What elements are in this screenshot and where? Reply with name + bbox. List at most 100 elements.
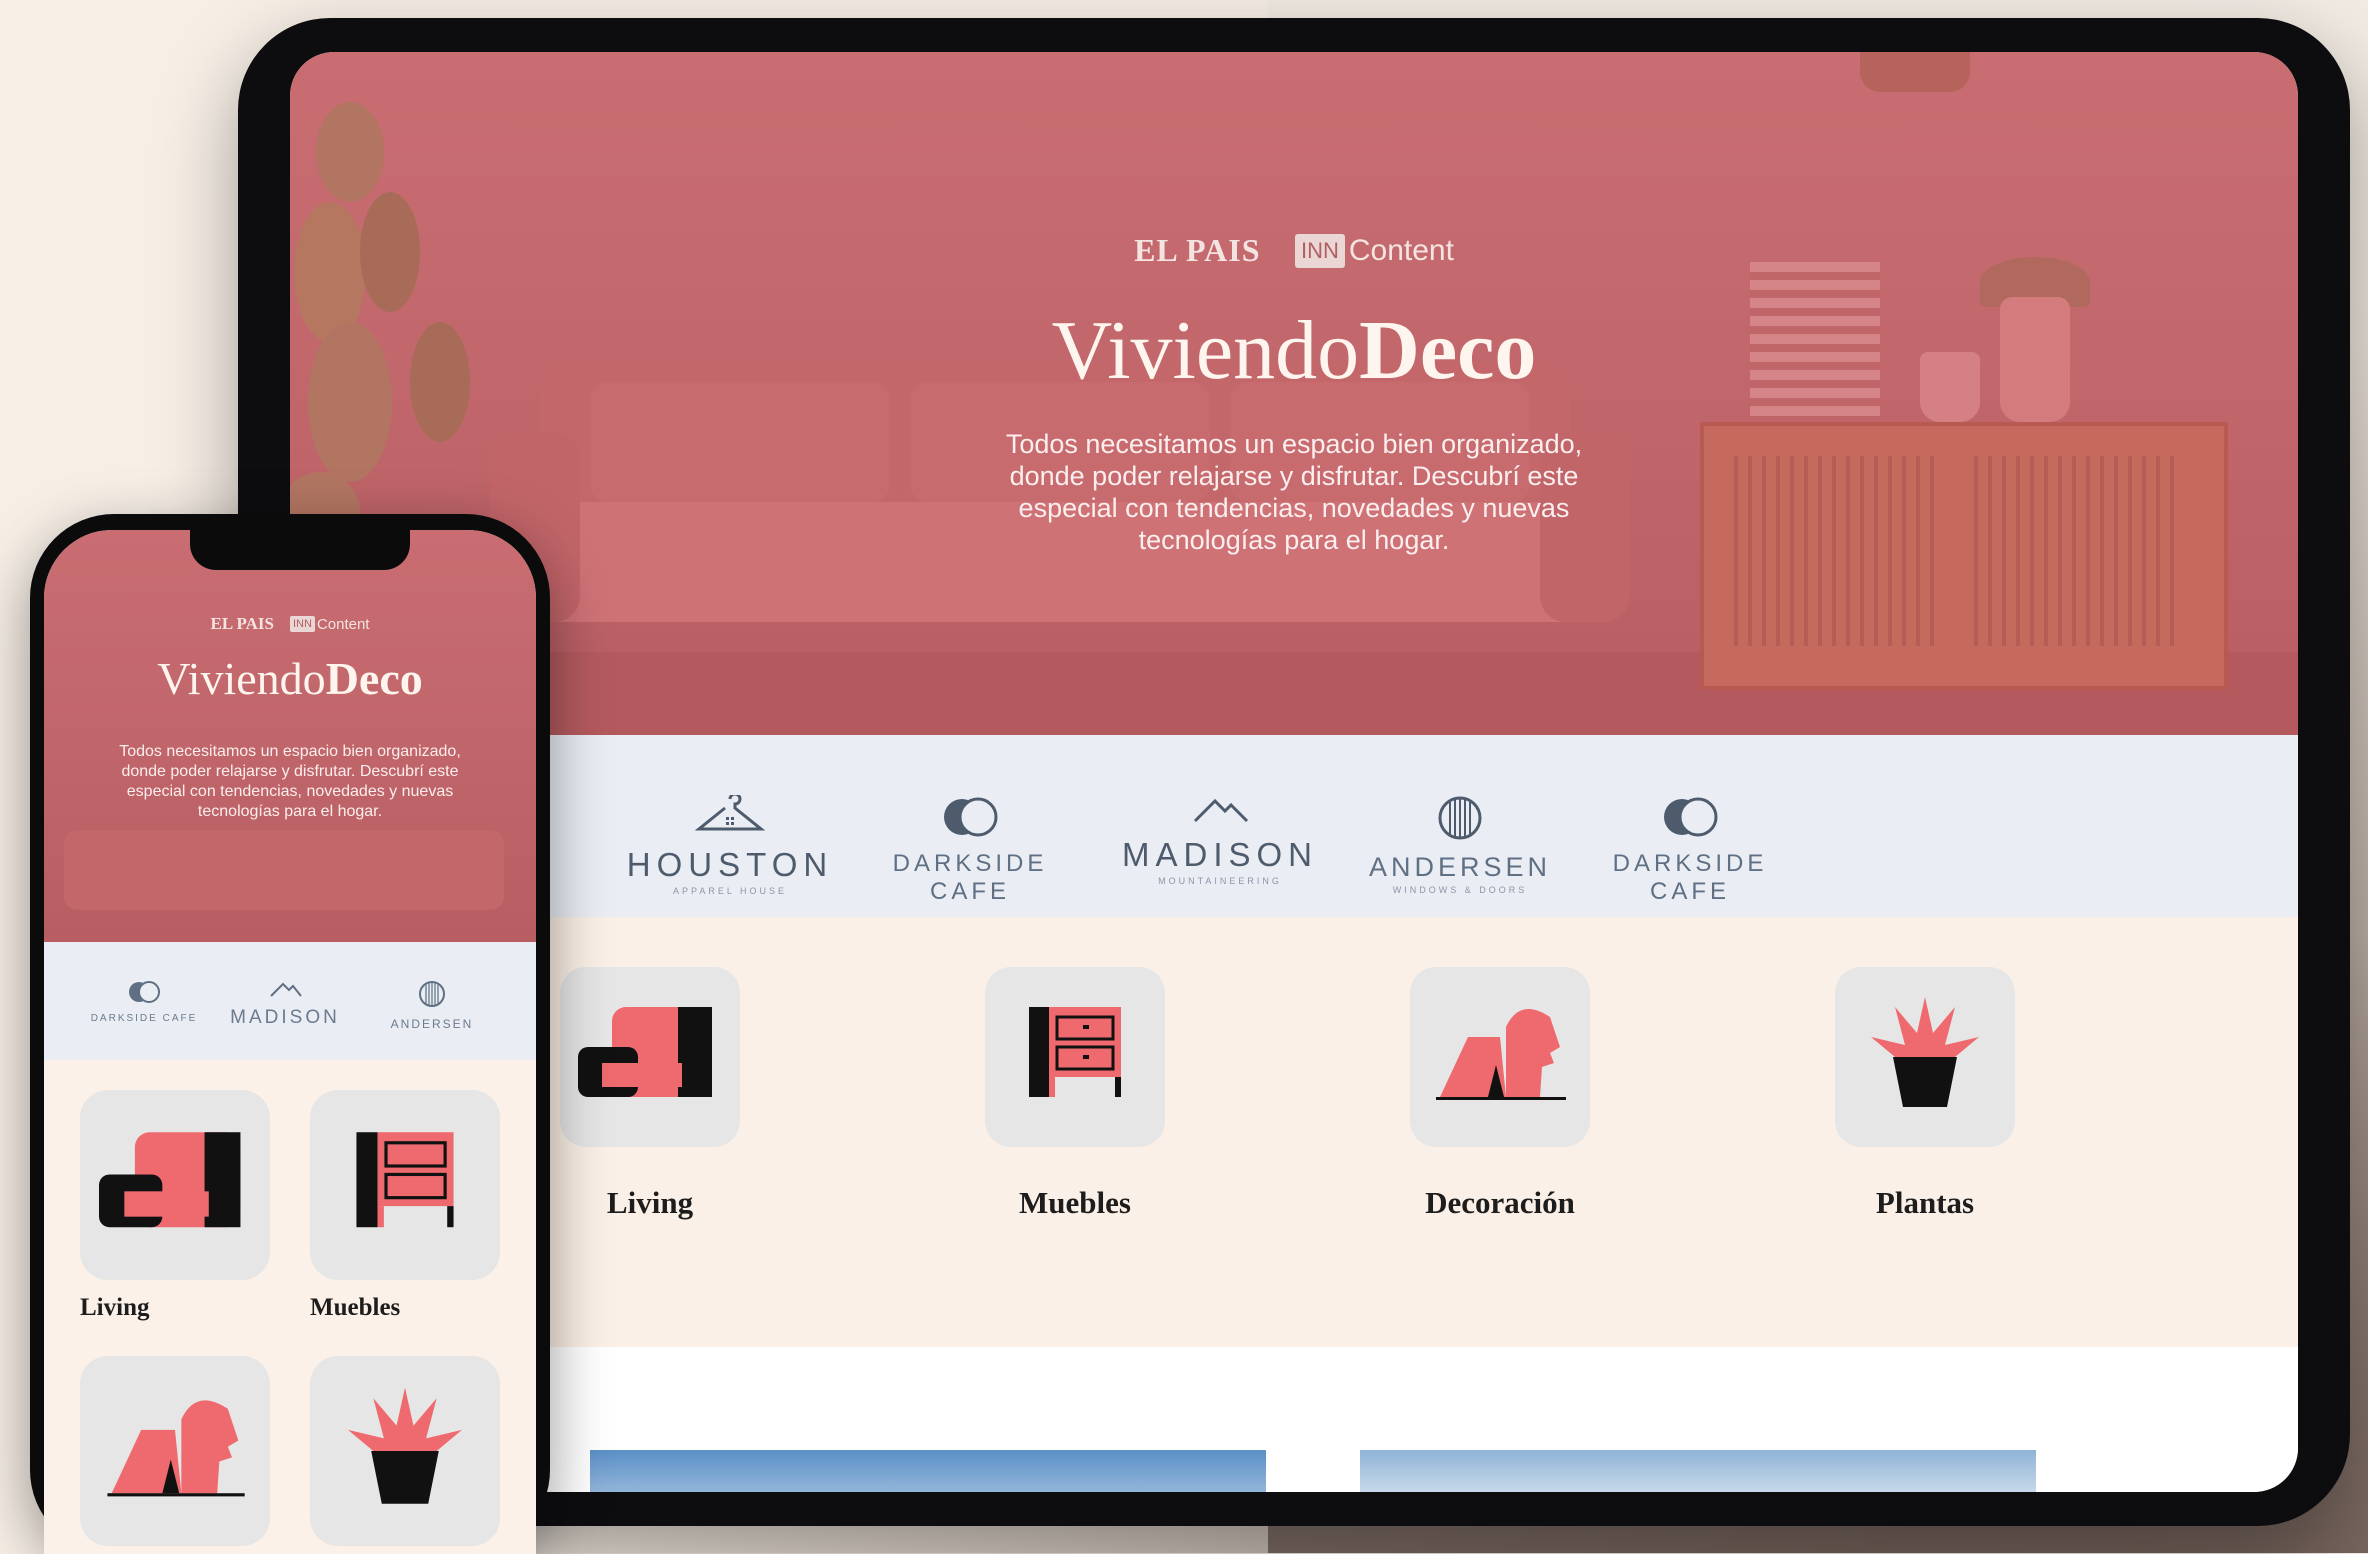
- inn-badge: INN: [1294, 233, 1345, 268]
- description-line: especial con tendencias, novedades y nue…: [126, 783, 454, 800]
- category-tile[interactable]: [310, 1090, 500, 1280]
- brand-row: EL PAIS INN Content: [44, 614, 536, 634]
- sponsor-logos-band: HOUSTON APPAREL HOUSE DARKSIDE CAFE MADI…: [290, 735, 2298, 917]
- title-light: Viviendo: [1051, 304, 1360, 397]
- logo-name: DARKSIDE CAFE: [1612, 850, 1768, 905]
- phone-screen: EL PAIS INN Content ViviendoDeco Todos nec…: [44, 530, 536, 1554]
- sculpture-icon: [1436, 1009, 1566, 1100]
- inn-content-logo: INN Content: [1294, 233, 1454, 268]
- category-label: Plantas: [1875, 1185, 1975, 1220]
- logo-name: HOUSTON: [626, 846, 834, 883]
- globe-icon: [419, 981, 445, 1007]
- category-label: Muebles: [1019, 1185, 1131, 1220]
- sideboard-illustration: [1700, 422, 2228, 690]
- category-decoracion[interactable]: [80, 1356, 270, 1546]
- phone-device: EL PAIS INN Content ViviendoDeco Todos nec…: [30, 514, 550, 1554]
- description-line: donde poder relajarse y disfrutar. Descu…: [1009, 461, 1579, 491]
- phone-notch: [190, 530, 410, 570]
- circles-icon: [944, 797, 998, 837]
- category-tile[interactable]: [560, 967, 740, 1147]
- andersen-logo[interactable]: ANDERSEN WINDOWS & DOORS: [1350, 795, 1570, 895]
- madison-logo[interactable]: MADISON: [220, 980, 350, 1029]
- category-plantas[interactable]: [310, 1356, 500, 1546]
- mountain-icon: [270, 982, 302, 997]
- plant-icon: [348, 1387, 462, 1504]
- logo-sub: MOUNTAINEERING: [1158, 876, 1282, 886]
- category-tile[interactable]: [80, 1090, 270, 1280]
- category-muebles[interactable]: Muebles: [310, 1090, 500, 1322]
- sideboard-door: [1974, 456, 2184, 646]
- description-line: tecnologías para el hogar.: [1138, 525, 1450, 555]
- sofa-illustration: [64, 830, 504, 910]
- hero-description: Todos necesitamos un espacio bien organi…: [70, 742, 510, 822]
- category-tile[interactable]: [1410, 967, 1590, 1147]
- page-title: ViviendoDeco: [290, 302, 2298, 399]
- circles-icon: [129, 981, 160, 1003]
- category-living[interactable]: Living: [80, 1090, 270, 1322]
- dresser-icon: [1029, 1007, 1121, 1097]
- logo-name: DARKSIDE CAFE: [90, 1013, 198, 1024]
- category-living[interactable]: Living: [560, 967, 740, 1221]
- sculpture-icon: [107, 1400, 245, 1497]
- description-line: Todos necesitamos un espacio bien organi…: [1005, 429, 1583, 459]
- category-plantas[interactable]: Plantas: [1835, 967, 2015, 1221]
- content-label: Content: [316, 615, 370, 633]
- logo-sub: APPAREL HOUSE: [672, 886, 788, 896]
- pendant-lamp: [1860, 52, 1970, 92]
- armchair-icon: [99, 1132, 241, 1228]
- darkside-cafe-logo[interactable]: DARKSIDE CAFE: [1570, 795, 1810, 906]
- title-light: Viviendo: [157, 653, 326, 704]
- category-label: Living: [80, 1294, 150, 1321]
- armchair-icon: [578, 1007, 712, 1097]
- logo-name: MADISON: [230, 1007, 340, 1028]
- globe-icon: [1438, 796, 1482, 840]
- logo-name: MADISON: [1121, 836, 1318, 873]
- category-label: Living: [606, 1185, 694, 1220]
- circles-icon: [1664, 797, 1718, 837]
- category-section: Living Muebles Decoración Plantas: [290, 917, 2298, 1347]
- sponsor-logos-band: DARKSIDE CAFE MADISON ANDERSEN: [44, 942, 536, 1060]
- description-line: especial con tendencias, novedades y nue…: [1018, 493, 1570, 523]
- content-label: Content: [1348, 233, 1454, 267]
- andersen-logo[interactable]: ANDERSEN: [362, 980, 502, 1031]
- description-line: donde poder relajarse y disfrutar. Descu…: [121, 763, 459, 780]
- inn-badge: INN: [289, 616, 315, 632]
- mountain-icon: [1193, 798, 1249, 823]
- description-line: Todos necesitamos un espacio bien organi…: [119, 743, 461, 760]
- category-decoracion[interactable]: Decoración: [1410, 967, 1590, 1221]
- brand-row: EL PAIS INN Content: [290, 232, 2298, 269]
- description-line: tecnologías para el hogar.: [197, 803, 383, 820]
- category-muebles[interactable]: Muebles: [985, 967, 1165, 1221]
- title-bold: Deco: [1359, 304, 1537, 397]
- el-pais-logo: EL PAIS: [1134, 232, 1261, 268]
- logo-name: ANDERSEN: [1368, 852, 1552, 882]
- article-thumbnail[interactable]: [1360, 1450, 2036, 1492]
- darkside-cafe-logo[interactable]: DARKSIDE CAFE: [74, 980, 214, 1024]
- logo-name: DARKSIDE CAFE: [892, 850, 1048, 905]
- sideboard-door: [1734, 456, 1944, 646]
- sofa-cushion: [590, 382, 890, 502]
- category-tile[interactable]: [1835, 967, 2015, 1147]
- category-label: Decoración: [1425, 1185, 1575, 1220]
- madison-logo[interactable]: MADISON MOUNTAINEERING: [1090, 795, 1350, 886]
- article-thumbnail[interactable]: [590, 1450, 1266, 1492]
- title-bold: Deco: [325, 653, 423, 704]
- hanger-icon: [694, 792, 766, 831]
- category-tile[interactable]: [80, 1356, 270, 1546]
- logo-name: ANDERSEN: [390, 1017, 474, 1031]
- tablet-screen: EL PAIS INN Content ViviendoDeco Todos ne…: [290, 52, 2298, 1492]
- page-title: ViviendoDeco: [44, 652, 536, 705]
- el-pais-logo: EL PAIS: [210, 614, 274, 633]
- dresser-icon: [356, 1132, 454, 1228]
- houston-logo[interactable]: HOUSTON APPAREL HOUSE: [610, 792, 850, 896]
- tablet-device: EL PAIS INN Content ViviendoDeco Todos ne…: [238, 18, 2350, 1526]
- phone-hero-banner: EL PAIS INN Content ViviendoDeco Todos nec…: [44, 530, 536, 942]
- hero-description: Todos necesitamos un espacio bien organi…: [944, 428, 1644, 556]
- logo-sub: WINDOWS & DOORS: [1392, 885, 1528, 895]
- plant-icon: [1871, 997, 1979, 1107]
- category-tile[interactable]: [985, 967, 1165, 1147]
- category-label: Muebles: [310, 1294, 401, 1321]
- hero-banner: EL PAIS INN Content ViviendoDeco Todos ne…: [290, 52, 2298, 735]
- darkside-cafe-logo[interactable]: DARKSIDE CAFE: [850, 795, 1090, 906]
- category-tile[interactable]: [310, 1356, 500, 1546]
